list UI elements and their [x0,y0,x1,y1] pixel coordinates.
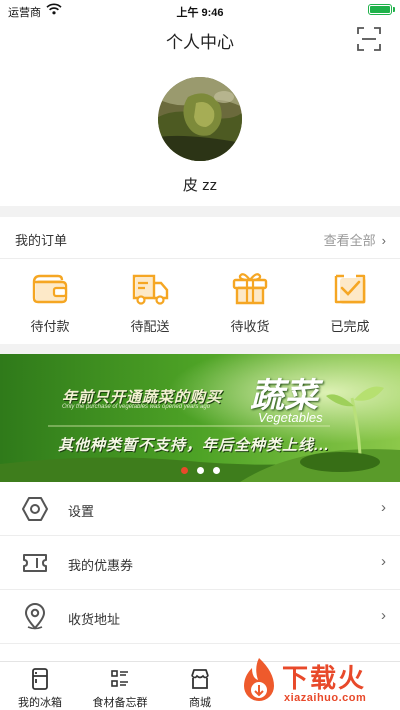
delivery-truck-icon [132,274,169,305]
menu-item-label: 设置 [68,504,95,519]
coupon-icon [23,554,47,572]
order-status-label: 待配送 [130,319,170,334]
order-pending-payment[interactable]: 待付款 [0,260,100,344]
section-divider [0,344,400,354]
orders-title: 我的订单 [15,233,68,248]
promo-banner[interactable]: 年前只开通蔬菜的购买 Only the purchase of vegetabl… [0,354,400,482]
username[interactable]: 皮 zz [0,174,400,195]
tab-store[interactable]: 商城 [160,662,240,710]
gift-box-icon [232,273,268,305]
order-status-label: 已完成 [330,319,370,334]
avatar[interactable] [158,77,242,161]
page-title: 个人中心 [166,33,234,52]
tab-label: 食材备忘群 [92,697,148,709]
tab-ingredient-memo[interactable]: 食材备忘群 [80,662,160,710]
carousel-dot[interactable] [213,467,220,474]
banner-subline: 其他种类暂不支持，年后全种类上线... [58,437,330,454]
watermark-url: xiazaihuo.com [284,692,367,704]
nav-bar: 个人中心 [0,22,400,58]
fridge-icon [32,668,48,690]
menu-item-settings[interactable]: 设置 › [0,482,400,536]
clock: 上午 9:46 [176,7,224,19]
order-status-label: 待付款 [30,319,70,334]
battery-icon [368,4,395,15]
wallet-icon [32,274,68,304]
view-all-orders-link[interactable]: 查看全部 › [324,230,386,249]
status-bar: 运营商 上午 9:46 [0,0,400,22]
tab-label: 商城 [189,697,211,709]
chevron-right-icon: › [381,553,386,570]
menu-item-coupons[interactable]: 我的优惠券 › [0,536,400,590]
tab-label: 我的冰箱 [18,697,62,709]
menu-item-label: 收货地址 [68,612,121,627]
carousel-dot[interactable] [197,467,204,474]
scan-icon[interactable] [356,26,382,52]
menu-item-address[interactable]: 收货地址 › [0,590,400,644]
carousel-dot[interactable] [181,467,188,474]
banner-headline-english: Only the purchase of vegetables was open… [62,404,211,410]
store-icon [191,669,209,689]
order-status-row: 待付款 待配送 待收货 已完成 [0,260,400,344]
menu-item-label: 我的优惠券 [68,558,134,573]
watermark-brand: 下载火 [282,663,367,693]
order-pending-receipt[interactable]: 待收货 [200,260,300,344]
banner-title-english: Vegetables [258,410,323,425]
chevron-right-icon: › [381,499,386,516]
chevron-right-icon: › [381,607,386,624]
section-divider [0,206,400,217]
tab-my-fridge[interactable]: 我的冰箱 [0,662,80,710]
flame-logo-icon [244,658,274,701]
watermark: 下载火 xiazaihuo.com [232,654,400,710]
order-pending-delivery[interactable]: 待配送 [100,260,200,344]
chevron-right-icon: › [381,233,386,248]
carousel-indicator [181,467,221,475]
orders-header: 我的订单 查看全部 › [0,217,400,259]
banner-background [0,354,400,482]
checked-clipboard-icon [334,274,366,304]
order-completed[interactable]: 已完成 [300,260,400,344]
settings-hexagon-icon [22,497,48,521]
list-icon [111,670,128,687]
order-status-label: 待收货 [230,319,270,334]
location-pin-icon [24,603,46,630]
